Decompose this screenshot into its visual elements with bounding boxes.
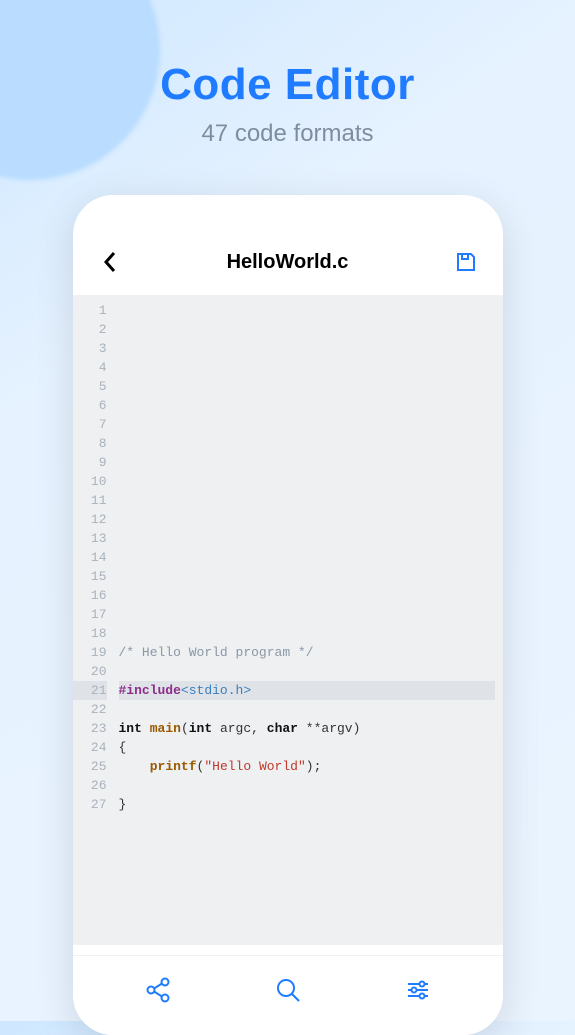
settings-button[interactable] xyxy=(394,966,442,1014)
line-number: 11 xyxy=(73,491,107,510)
share-button[interactable] xyxy=(134,966,182,1014)
app-header: HelloWorld.c xyxy=(73,229,503,295)
code-line[interactable] xyxy=(119,662,495,681)
line-number: 10 xyxy=(73,472,107,491)
code-line[interactable]: } xyxy=(119,795,495,814)
line-number: 3 xyxy=(73,339,107,358)
line-number: 2 xyxy=(73,320,107,339)
code-line[interactable] xyxy=(119,434,495,453)
line-number: 5 xyxy=(73,377,107,396)
search-icon xyxy=(274,976,302,1004)
line-number: 27 xyxy=(73,795,107,814)
share-icon xyxy=(144,976,172,1004)
save-icon xyxy=(454,250,478,274)
line-number: 4 xyxy=(73,358,107,377)
line-number: 22 xyxy=(73,700,107,719)
code-line[interactable]: { xyxy=(119,738,495,757)
code-line[interactable] xyxy=(119,529,495,548)
line-number: 20 xyxy=(73,662,107,681)
save-button[interactable] xyxy=(451,247,481,277)
code-line[interactable] xyxy=(119,358,495,377)
code-line[interactable] xyxy=(119,510,495,529)
line-number: 18 xyxy=(73,624,107,643)
line-number: 19 xyxy=(73,643,107,662)
line-number: 8 xyxy=(73,434,107,453)
back-icon xyxy=(103,251,117,273)
code-line[interactable] xyxy=(119,320,495,339)
line-number: 15 xyxy=(73,567,107,586)
hero-subtitle: 47 code formats xyxy=(0,120,575,148)
code-line[interactable] xyxy=(119,396,495,415)
code-line[interactable]: printf("Hello World"); xyxy=(119,757,495,776)
code-line[interactable]: #include<stdio.h> xyxy=(119,681,495,700)
code-line[interactable] xyxy=(119,339,495,358)
code-line[interactable] xyxy=(119,586,495,605)
back-button[interactable] xyxy=(95,247,125,277)
line-gutter: 1234567891011121314151617181920212223242… xyxy=(73,295,113,945)
code-line[interactable] xyxy=(119,377,495,396)
code-line[interactable] xyxy=(119,491,495,510)
code-line[interactable] xyxy=(119,605,495,624)
line-number: 23 xyxy=(73,719,107,738)
code-line[interactable] xyxy=(119,567,495,586)
hero-title: Code Editor xyxy=(0,0,575,110)
code-line[interactable] xyxy=(119,624,495,643)
code-line[interactable]: int main(int argc, char **argv) xyxy=(119,719,495,738)
line-number: 16 xyxy=(73,586,107,605)
code-line[interactable] xyxy=(119,453,495,472)
code-editor[interactable]: 1234567891011121314151617181920212223242… xyxy=(73,295,503,945)
code-area[interactable]: /* Hello World program */ #include<stdio.… xyxy=(113,295,503,945)
line-number: 17 xyxy=(73,605,107,624)
line-number: 12 xyxy=(73,510,107,529)
search-button[interactable] xyxy=(264,966,312,1014)
code-line[interactable]: /* Hello World program */ xyxy=(119,643,495,662)
settings-icon xyxy=(404,976,432,1004)
line-number: 6 xyxy=(73,396,107,415)
code-line[interactable] xyxy=(119,700,495,719)
code-line[interactable] xyxy=(119,301,495,320)
code-line[interactable] xyxy=(119,415,495,434)
line-number: 26 xyxy=(73,776,107,795)
line-number: 14 xyxy=(73,548,107,567)
phone-frame: HelloWorld.c 123456789101112131415161718… xyxy=(73,195,503,1035)
code-line[interactable] xyxy=(119,776,495,795)
line-number: 25 xyxy=(73,757,107,776)
code-line[interactable] xyxy=(119,548,495,567)
line-number: 13 xyxy=(73,529,107,548)
file-title: HelloWorld.c xyxy=(227,251,349,274)
line-number: 1 xyxy=(73,301,107,320)
line-number: 24 xyxy=(73,738,107,757)
bottom-toolbar xyxy=(73,955,503,1035)
code-line[interactable] xyxy=(119,472,495,491)
line-number: 21 xyxy=(73,681,107,700)
line-number: 7 xyxy=(73,415,107,434)
line-number: 9 xyxy=(73,453,107,472)
